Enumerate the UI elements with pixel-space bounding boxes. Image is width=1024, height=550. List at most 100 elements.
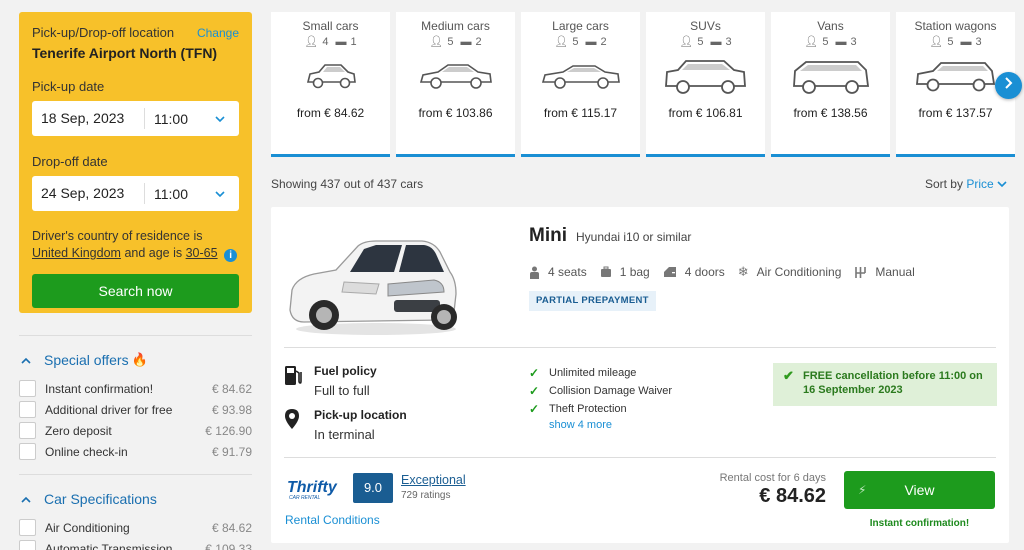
category-price: from € 84.62: [296, 106, 365, 120]
category-price: from € 115.17: [543, 106, 618, 120]
dropoff-date-picker[interactable]: 24 Sep, 2023 11:00: [32, 176, 239, 211]
inclusion-item: ✓ Collision Damage Waiver: [529, 382, 672, 400]
chevron-down-icon[interactable]: [215, 112, 239, 126]
checkbox[interactable]: [19, 422, 36, 439]
free-cancellation-badge: ✔ FREE cancellation before 11:00 on 16 S…: [773, 363, 997, 406]
partial-prepayment-badge: PARTIAL PREPAYMENT: [529, 291, 656, 311]
car-category-carousel: Small cars 👤︎ 4 ▬ 1 from € 84.62 Medium ca…: [271, 12, 1016, 157]
divider: [284, 457, 996, 458]
chevron-down-icon[interactable]: [215, 187, 239, 201]
feature-label: 4 seats: [548, 265, 587, 279]
inclusion-item: ✓ Theft Protection: [529, 400, 672, 418]
gear-shift-icon: [854, 266, 867, 279]
car-result-card: Mini Hyundai i10 or similar 4 seats 1 ba…: [271, 207, 1009, 543]
rental-conditions-link[interactable]: Rental Conditions: [285, 513, 380, 527]
show-more-link[interactable]: show 4 more: [549, 419, 672, 431]
feature-seats: 4 seats: [529, 265, 587, 279]
pickup-date-picker[interactable]: 18 Sep, 2023 11:00: [32, 101, 239, 136]
bag-count: 2: [600, 36, 607, 48]
seat-count: 5: [822, 36, 829, 48]
chevron-up-icon: [19, 492, 44, 506]
pickup-time-value[interactable]: 11:00: [145, 111, 215, 127]
divider: [19, 474, 252, 475]
search-now-button[interactable]: Search now: [32, 274, 239, 308]
category-specs: 👤︎ 5 ▬ 3: [646, 35, 765, 48]
person-icon: [529, 266, 540, 279]
carousel-next-button[interactable]: [995, 72, 1022, 99]
checkbox[interactable]: [19, 401, 36, 418]
pickup-date-value[interactable]: 18 Sep, 2023: [32, 108, 145, 129]
dropoff-time-value[interactable]: 11:00: [145, 186, 215, 202]
age-link[interactable]: 30-65: [186, 246, 218, 260]
filter-label: Instant confirmation!: [45, 381, 154, 396]
special-offers-list: Instant confirmation! € 84.62 Additional…: [19, 378, 252, 462]
bag-count: 1: [350, 36, 357, 48]
category-small-cars[interactable]: Small cars 👤︎ 4 ▬ 1 from € 84.62: [271, 12, 390, 157]
seat-count: 5: [447, 36, 454, 48]
country-link[interactable]: United Kingdom: [32, 246, 121, 260]
person-icon: 👤︎: [804, 36, 819, 48]
filter-item[interactable]: Zero deposit € 126.90: [19, 420, 252, 441]
filter-price: € 84.62: [211, 520, 252, 535]
fuel-policy-value: Full to full: [314, 383, 370, 398]
special-offers-toggle[interactable]: Special offers 🔥: [19, 350, 252, 370]
person-icon: 👤︎: [429, 36, 444, 48]
driver-text-part: Driver's country of residence is: [32, 229, 203, 243]
filter-item[interactable]: Online check-in € 91.79: [19, 441, 252, 462]
car-specifications-toggle[interactable]: Car Specifications: [19, 489, 252, 509]
dropoff-date-value[interactable]: 24 Sep, 2023: [32, 183, 145, 204]
checkbox[interactable]: [19, 540, 36, 550]
filter-price: € 126.90: [205, 423, 252, 438]
dropoff-date-label: Drop-off date: [32, 154, 108, 169]
filter-label: Air Conditioning: [45, 520, 130, 535]
category-name: Small cars: [302, 19, 359, 33]
check-icon: ✓: [529, 402, 540, 416]
check-icon: ✓: [529, 366, 540, 380]
bag-icon: ▬: [335, 36, 347, 48]
feature-label: Manual: [875, 265, 915, 279]
checkbox[interactable]: [19, 380, 36, 397]
category-medium-cars[interactable]: Medium cars 👤︎ 5 ▬ 2 from € 103.86: [396, 12, 515, 157]
lightning-icon: ⚡︎: [858, 483, 867, 497]
filter-item[interactable]: Air Conditioning € 84.62: [19, 517, 252, 538]
filter-item[interactable]: Instant confirmation! € 84.62: [19, 378, 252, 399]
sort-value[interactable]: Price: [966, 177, 993, 191]
category-suvs[interactable]: SUVs 👤︎ 5 ▬ 3 from € 106.81: [646, 12, 765, 157]
bag-count: 3: [975, 36, 982, 48]
change-location-link[interactable]: Change: [197, 26, 239, 40]
rental-cost-label: Rental cost for 6 days: [719, 472, 826, 484]
feature-label: 4 doors: [684, 265, 725, 279]
filter-item[interactable]: Additional driver for free € 93.98: [19, 399, 252, 420]
person-icon: 👤︎: [554, 36, 569, 48]
van-icon: [771, 58, 890, 104]
rating-label-link[interactable]: Exceptional: [401, 473, 466, 487]
category-specs: 👤︎ 5 ▬ 2: [521, 35, 640, 48]
category-large-cars[interactable]: Large cars 👤︎ 5 ▬ 2 from € 115.17: [521, 12, 640, 157]
filter-price: € 84.62: [211, 381, 252, 396]
bag-icon: ▬: [960, 36, 972, 48]
view-deal-button[interactable]: ⚡︎ View: [844, 471, 995, 509]
filter-item[interactable]: Automatic Transmission € 109.33: [19, 538, 252, 550]
category-vans[interactable]: Vans 👤︎ 5 ▬ 3 from € 138.56: [771, 12, 890, 157]
filter-label: Automatic Transmission: [45, 541, 173, 550]
inclusion-label: Unlimited mileage: [549, 367, 637, 379]
checkbox[interactable]: [19, 443, 36, 460]
snowflake-icon: ❄︎: [737, 264, 749, 279]
seat-count: 5: [697, 36, 704, 48]
inclusion-label: Collision Damage Waiver: [549, 385, 673, 397]
fuel-policy-label: Fuel policy: [314, 364, 377, 378]
feature-bags: 1 bag: [600, 265, 650, 279]
bag-count: 3: [725, 36, 732, 48]
car-class: Mini: [529, 225, 567, 246]
rating-score: 9.0: [353, 473, 393, 503]
info-icon[interactable]: i: [224, 249, 238, 262]
bag-count: 2: [475, 36, 482, 48]
category-price: from € 137.57: [918, 106, 993, 120]
category-price: from € 106.81: [668, 106, 743, 120]
chevron-down-icon[interactable]: [997, 181, 1007, 188]
category-name: Large cars: [552, 19, 609, 33]
seat-count: 4: [322, 36, 329, 48]
checkbox[interactable]: [19, 519, 36, 536]
bag-icon: ▬: [460, 36, 472, 48]
sort-control[interactable]: Sort by Price: [925, 177, 1007, 191]
